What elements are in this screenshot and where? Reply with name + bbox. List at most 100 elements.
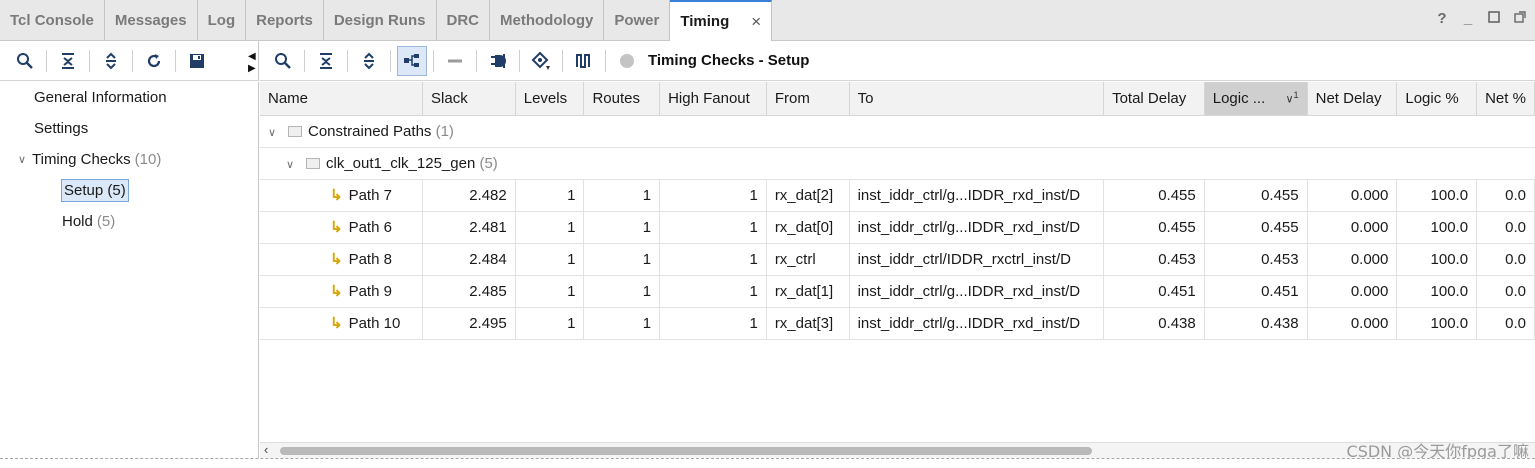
column-header-total-delay[interactable]: Total Delay	[1103, 82, 1205, 116]
panel-title: Timing Checks - Setup	[648, 52, 810, 69]
save-icon[interactable]	[182, 46, 212, 76]
diamond-icon[interactable]	[526, 46, 556, 76]
table-row[interactable]: ↳ Path 6 2.481 1 1 1 rx_dat[0] inst_iddr_…	[260, 211, 1535, 244]
group-row-constrained-paths[interactable]: ∨ Constrained Paths (1)	[260, 115, 1535, 148]
tab-methodology[interactable]: Methodology	[490, 0, 605, 40]
path-name: Path 9	[348, 283, 392, 300]
tab-bar: Tcl Console Messages Log Reports Design …	[0, 0, 1535, 41]
cell-to: inst_iddr_ctrl/g...IDDR_rxd_inst/D	[849, 211, 1105, 244]
column-header-from[interactable]: From	[766, 82, 850, 116]
group-by-icon[interactable]	[397, 45, 427, 76]
clock-count: (5)	[479, 154, 498, 172]
cell-total-delay: 0.438	[1103, 307, 1205, 340]
chevron-down-icon[interactable]: ∨	[18, 153, 32, 166]
collapse-all-icon[interactable]	[311, 46, 341, 76]
tab-log[interactable]: Log	[198, 0, 247, 40]
toolbar-divider	[175, 49, 176, 72]
cell-fanout: 1	[659, 307, 767, 340]
cell-slack: 2.484	[422, 243, 516, 276]
search-icon[interactable]	[10, 46, 40, 76]
cell-logic-delay: 0.455	[1204, 179, 1308, 212]
tree-item-count: (5)	[96, 213, 116, 230]
column-header-high-fanout[interactable]: High Fanout	[659, 82, 767, 116]
cell-net-delay: 0.000	[1307, 307, 1398, 340]
path-icon: ↳	[330, 251, 343, 268]
tree-item-settings[interactable]: Settings	[0, 113, 258, 144]
table-row[interactable]: ↳ Path 7 2.482 1 1 1 rx_dat[2] inst_iddr_…	[260, 179, 1535, 212]
tree-item-setup[interactable]: Setup (5)	[0, 175, 258, 206]
cell-total-delay: 0.453	[1103, 243, 1205, 276]
refresh-icon[interactable]	[139, 46, 169, 76]
panel-splitter-arrows[interactable]: ◀ ▶	[248, 51, 256, 75]
toolbar-divider	[476, 49, 477, 72]
tab-reports[interactable]: Reports	[246, 0, 324, 40]
tree-item-timing-checks[interactable]: ∨ Timing Checks (10)	[0, 144, 258, 175]
column-header-net-delay[interactable]: Net Delay	[1307, 82, 1398, 116]
chevron-down-icon[interactable]: ∨	[286, 158, 300, 171]
cell-routes: 1	[583, 211, 661, 244]
cell-logic-delay: 0.451	[1204, 275, 1308, 308]
tree-item-setup-selected[interactable]: Setup (5)	[61, 179, 129, 202]
expand-all-icon[interactable]	[354, 46, 384, 76]
scrollbar-thumb[interactable]	[280, 447, 1092, 455]
table-header-row: Name Slack Levels Routes High Fanout Fro…	[260, 82, 1535, 116]
path-icon: ↳	[330, 219, 343, 236]
cell-net-pct: 0.0	[1476, 179, 1535, 212]
column-header-to[interactable]: To	[849, 82, 1105, 116]
search-icon[interactable]	[268, 46, 298, 76]
cell-routes: 1	[583, 307, 661, 340]
tab-power[interactable]: Power	[604, 0, 671, 40]
cell-net-delay: 0.000	[1307, 275, 1398, 308]
column-header-name[interactable]: Name	[260, 82, 424, 116]
table-row[interactable]: ↳ Path 10 2.495 1 1 1 rx_dat[3] inst_iddr…	[260, 307, 1535, 340]
tree-toolbar	[0, 41, 259, 81]
cell-slack: 2.485	[422, 275, 516, 308]
horizontal-scrollbar[interactable]: ‹	[260, 442, 1535, 458]
float-icon[interactable]	[1513, 10, 1527, 27]
tree-item-hold[interactable]: Hold (5)	[0, 206, 258, 237]
tab-design-runs[interactable]: Design Runs	[324, 0, 437, 40]
toolbar-divider	[519, 49, 520, 72]
cell-logic-pct: 100.0	[1396, 307, 1478, 340]
cell-logic-pct: 100.0	[1396, 275, 1478, 308]
schematic-icon[interactable]	[483, 46, 513, 76]
tab-drc[interactable]: DRC	[437, 0, 490, 40]
toolbar-divider	[89, 49, 90, 72]
group-row-clock[interactable]: ∨ clk_out1_clk_125_gen (5)	[260, 147, 1535, 180]
help-icon[interactable]: ?	[1435, 10, 1449, 27]
waveform-icon[interactable]	[569, 46, 599, 76]
toolbar-divider	[304, 49, 305, 72]
close-icon[interactable]: ×	[751, 12, 761, 32]
column-header-routes[interactable]: Routes	[583, 82, 661, 116]
cell-from: rx_ctrl	[766, 243, 850, 276]
expand-all-icon[interactable]	[96, 46, 126, 76]
cell-net-delay: 0.000	[1307, 179, 1398, 212]
path-name: Path 7	[348, 187, 392, 204]
tab-tcl-console[interactable]: Tcl Console	[0, 0, 105, 40]
path-name: Path 6	[348, 219, 392, 236]
cell-levels: 1	[515, 275, 585, 308]
status-circle-icon[interactable]	[612, 46, 642, 76]
cell-levels: 1	[515, 307, 585, 340]
cell-slack: 2.495	[422, 307, 516, 340]
path-name: Path 8	[348, 251, 392, 268]
tab-messages[interactable]: Messages	[105, 0, 198, 40]
dash-icon[interactable]	[440, 46, 470, 76]
cell-logic-delay: 0.438	[1204, 307, 1308, 340]
column-header-levels[interactable]: Levels	[515, 82, 585, 116]
table-row[interactable]: ↳ Path 8 2.484 1 1 1 rx_ctrl inst_iddr_ct…	[260, 243, 1535, 276]
tree-item-general-information[interactable]: General Information	[0, 82, 258, 113]
scroll-left-icon[interactable]: ‹	[264, 442, 268, 457]
column-header-net-pct[interactable]: Net %	[1476, 82, 1535, 116]
cell-net-delay: 0.000	[1307, 211, 1398, 244]
chevron-down-icon[interactable]: ∨	[268, 126, 282, 139]
toolbar-divider	[433, 49, 434, 72]
maximize-icon[interactable]	[1487, 10, 1501, 27]
column-header-logic-delay[interactable]: Logic ... ∨1	[1204, 82, 1308, 116]
column-header-logic-pct[interactable]: Logic %	[1396, 82, 1478, 116]
collapse-all-icon[interactable]	[53, 46, 83, 76]
tab-timing[interactable]: Timing ×	[670, 0, 773, 41]
minimize-icon[interactable]: _	[1461, 10, 1475, 27]
column-header-slack[interactable]: Slack	[422, 82, 516, 116]
table-row[interactable]: ↳ Path 9 2.485 1 1 1 rx_dat[1] inst_iddr_…	[260, 275, 1535, 308]
